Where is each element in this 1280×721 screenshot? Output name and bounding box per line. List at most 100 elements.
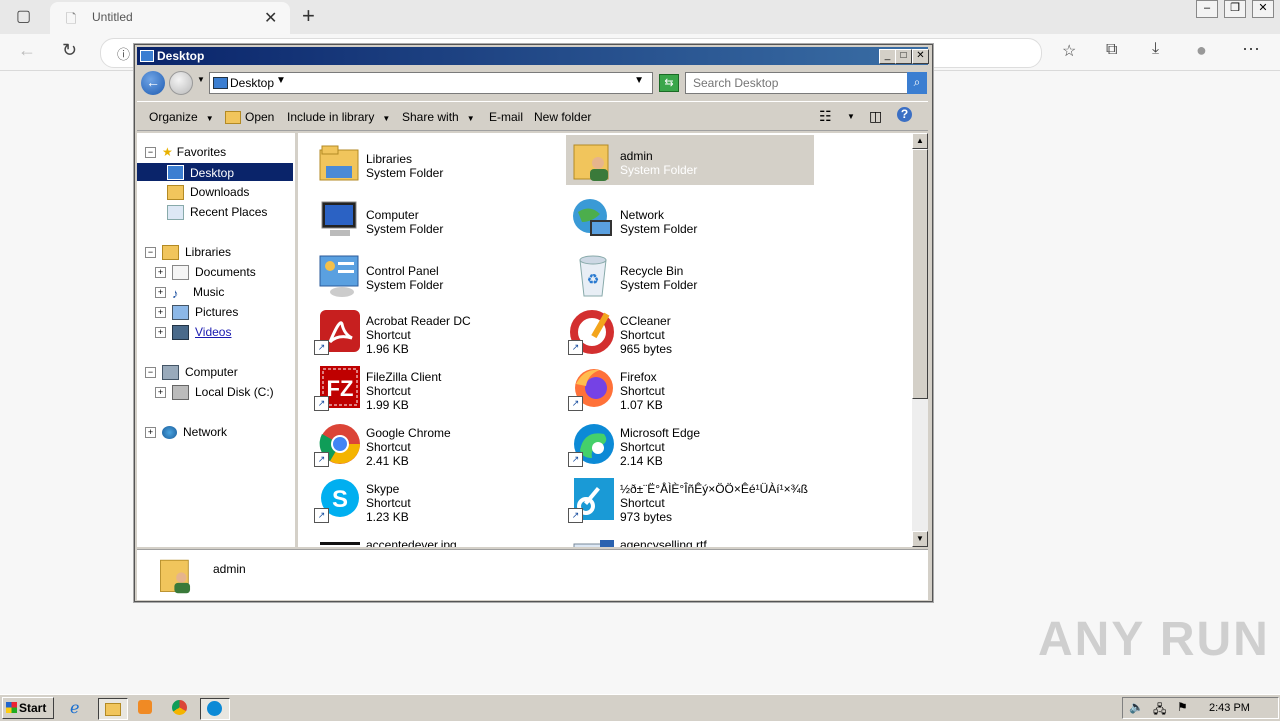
file-item-firefox[interactable]: ↗ Firefox Shortcut 1.07 KB [566, 362, 814, 412]
tree-item-documents[interactable]: + Documents [155, 265, 256, 281]
refresh-button[interactable]: ⇆ [659, 74, 679, 92]
back-arrow-icon[interactable]: ← [18, 40, 36, 61]
tree-item-desktop[interactable]: Desktop [137, 163, 293, 181]
tree-computer[interactable]: − Computer [145, 365, 238, 381]
preview-pane-icon[interactable]: ◫ [869, 108, 882, 125]
navigation-pane: − ★ Favorites Desktop Downloads Recent Pla… [137, 133, 295, 547]
explorer-taskbar-icon[interactable] [98, 698, 128, 720]
close-tab-icon[interactable]: ✕ [264, 8, 277, 28]
clock[interactable]: 2:43 PM [1209, 702, 1250, 714]
file-item-libraries[interactable]: Libraries System Folder [312, 138, 560, 188]
organize-button[interactable]: Organize ▼ [149, 110, 214, 124]
edge-taskbar-icon[interactable] [200, 698, 230, 720]
rtf-file-icon [573, 540, 614, 547]
internet-explorer-icon[interactable]: ℯ [70, 698, 92, 718]
shortcut-arrow-icon: ↗ [568, 452, 583, 467]
tree-item-videos[interactable]: + Videos [155, 325, 231, 341]
search-icon[interactable]: ⌕ [907, 72, 927, 94]
file-item-google-chrome[interactable]: ↗ Google Chrome Shortcut 2.41 KB [312, 418, 560, 468]
address-history-dropdown-icon[interactable]: ▼ [634, 75, 644, 86]
maximize-icon[interactable]: □ [895, 49, 912, 64]
close-icon[interactable]: ✕ [912, 49, 929, 64]
desktop-icon [213, 77, 228, 89]
forward-button[interactable] [169, 71, 193, 95]
file-item-network[interactable]: Network System Folder [566, 194, 814, 244]
start-button[interactable]: Start [2, 697, 54, 719]
file-item-admin[interactable]: admin System Folder [566, 135, 814, 185]
window-controls: – ❐ ✕ [1196, 0, 1274, 18]
taskbar: Start ℯ 🔈 🖧 ⚑ 2:43 PM [0, 694, 1280, 721]
info-icon[interactable]: ⓘ [117, 44, 130, 63]
shortcut-arrow-icon: ↗ [568, 340, 583, 355]
scroll-down-icon[interactable]: ▼ [912, 531, 928, 547]
help-icon[interactable]: ? [897, 107, 912, 122]
title-bar[interactable]: Desktop _ □ ✕ [137, 47, 929, 65]
vertical-scrollbar[interactable]: ▲ ▼ [912, 133, 928, 547]
profile-avatar-icon[interactable]: ● [1196, 40, 1207, 61]
open-button[interactable]: Open [225, 110, 274, 125]
new-tab-button[interactable]: + [302, 3, 315, 29]
collections-icon[interactable]: ⧉ [1106, 41, 1117, 59]
breadcrumb-dropdown-icon[interactable]: ▼ [276, 75, 286, 86]
search-field[interactable] [685, 72, 909, 94]
star-icon: ★ [162, 145, 173, 159]
tree-item-local-disk[interactable]: + Local Disk (C:) [155, 385, 274, 401]
restore-icon[interactable]: ❐ [1224, 0, 1246, 18]
tree-favorites[interactable]: − ★ Favorites [145, 145, 226, 159]
tab-actions-icon[interactable]: ▢ [16, 6, 31, 26]
new-folder-button[interactable]: New folder [534, 110, 591, 124]
include-in-library-button[interactable]: Include in library ▼ [287, 110, 390, 124]
media-player-icon[interactable] [136, 698, 158, 718]
file-item-computer[interactable]: Computer System Folder [312, 194, 560, 244]
view-options-icon[interactable]: ☷ [819, 108, 832, 125]
file-item-microsoft-edge[interactable]: ↗ Microsoft Edge Shortcut 2.14 KB [566, 418, 814, 468]
browser-tab[interactable]: 🗋 Untitled ✕ [50, 2, 290, 34]
file-item-key-app[interactable]: ↗ ½ð±¨Ë°ÅÌÈ°ÎñÊý×ÖÖ×Êé¹ÜÀí¹×¾ß Shortcut … [566, 474, 814, 524]
scroll-up-icon[interactable]: ▲ [912, 133, 928, 149]
tree-item-pictures[interactable]: + Pictures [155, 305, 238, 321]
reload-icon[interactable]: ↻ [62, 40, 77, 61]
file-item-filezilla[interactable]: FZ ↗ FileZilla Client Shortcut 1.99 KB [312, 362, 560, 412]
view-dropdown-icon[interactable]: ▼ [847, 112, 855, 121]
file-item-recycle-bin[interactable]: ♻ Recycle Bin System Folder [566, 250, 814, 300]
tree-item-downloads[interactable]: Downloads [167, 185, 249, 201]
network-tray-icon[interactable]: 🖧 [1153, 700, 1166, 721]
email-button[interactable]: E-mail [489, 110, 523, 124]
computer-icon [162, 365, 179, 381]
scroll-thumb[interactable] [912, 149, 928, 399]
back-button[interactable]: ← [141, 71, 165, 95]
chrome-taskbar-icon[interactable] [170, 698, 192, 718]
downloads-icon[interactable]: ⤓ [1152, 40, 1159, 58]
tree-libraries[interactable]: − Libraries [145, 245, 231, 261]
share-with-button[interactable]: Share with ▼ [402, 110, 475, 124]
close-icon[interactable]: ✕ [1252, 0, 1274, 18]
file-item-acrobat-reader[interactable]: ↗ Acrobat Reader DC Shortcut 1.96 KB [312, 306, 560, 356]
search-input[interactable] [691, 75, 895, 91]
tree-item-recent-places[interactable]: Recent Places [167, 205, 267, 221]
action-center-flag-icon[interactable]: ⚑ [1177, 700, 1188, 714]
file-item-ccleaner[interactable]: ↗ CCleaner Shortcut 965 bytes [566, 306, 814, 356]
recent-pages-dropdown-icon[interactable]: ▼ [197, 75, 205, 84]
more-menu-icon[interactable]: ⋯ [1242, 39, 1260, 60]
user-folder-icon [160, 559, 191, 594]
file-item-skype[interactable]: S ↗ Skype Shortcut 1.23 KB [312, 474, 560, 524]
favorites-icon[interactable]: ☆ [1062, 41, 1076, 61]
tree-network[interactable]: + Network [145, 425, 227, 440]
volume-icon[interactable]: 🔈 [1129, 700, 1144, 714]
minimize-icon[interactable]: – [1196, 0, 1218, 18]
libraries-icon [162, 245, 179, 261]
file-item-agencyselling-rtf[interactable]: agencyselling.rtf [566, 530, 814, 547]
window-title: Desktop [157, 49, 205, 63]
svg-text:FZ: FZ [327, 376, 354, 401]
libraries-folder-icon [319, 145, 359, 181]
minimize-icon[interactable]: _ [879, 49, 896, 64]
file-item-control-panel[interactable]: Control Panel System Folder [312, 250, 560, 300]
tree-item-music[interactable]: + ♪ Music [155, 285, 224, 301]
desktop-icon [167, 165, 184, 180]
explorer-window: Desktop _ □ ✕ ← ▼ Desktop ▼ ▼ ⇆ ⌕ Organi… [134, 44, 933, 602]
address-field[interactable]: Desktop ▼ ▼ [209, 72, 653, 94]
file-item-accentedever-jpg[interactable]: accentedever.jpg [312, 530, 560, 547]
computer-icon [321, 201, 357, 236]
svg-text:S: S [332, 486, 348, 513]
shortcut-arrow-icon: ↗ [568, 396, 583, 411]
